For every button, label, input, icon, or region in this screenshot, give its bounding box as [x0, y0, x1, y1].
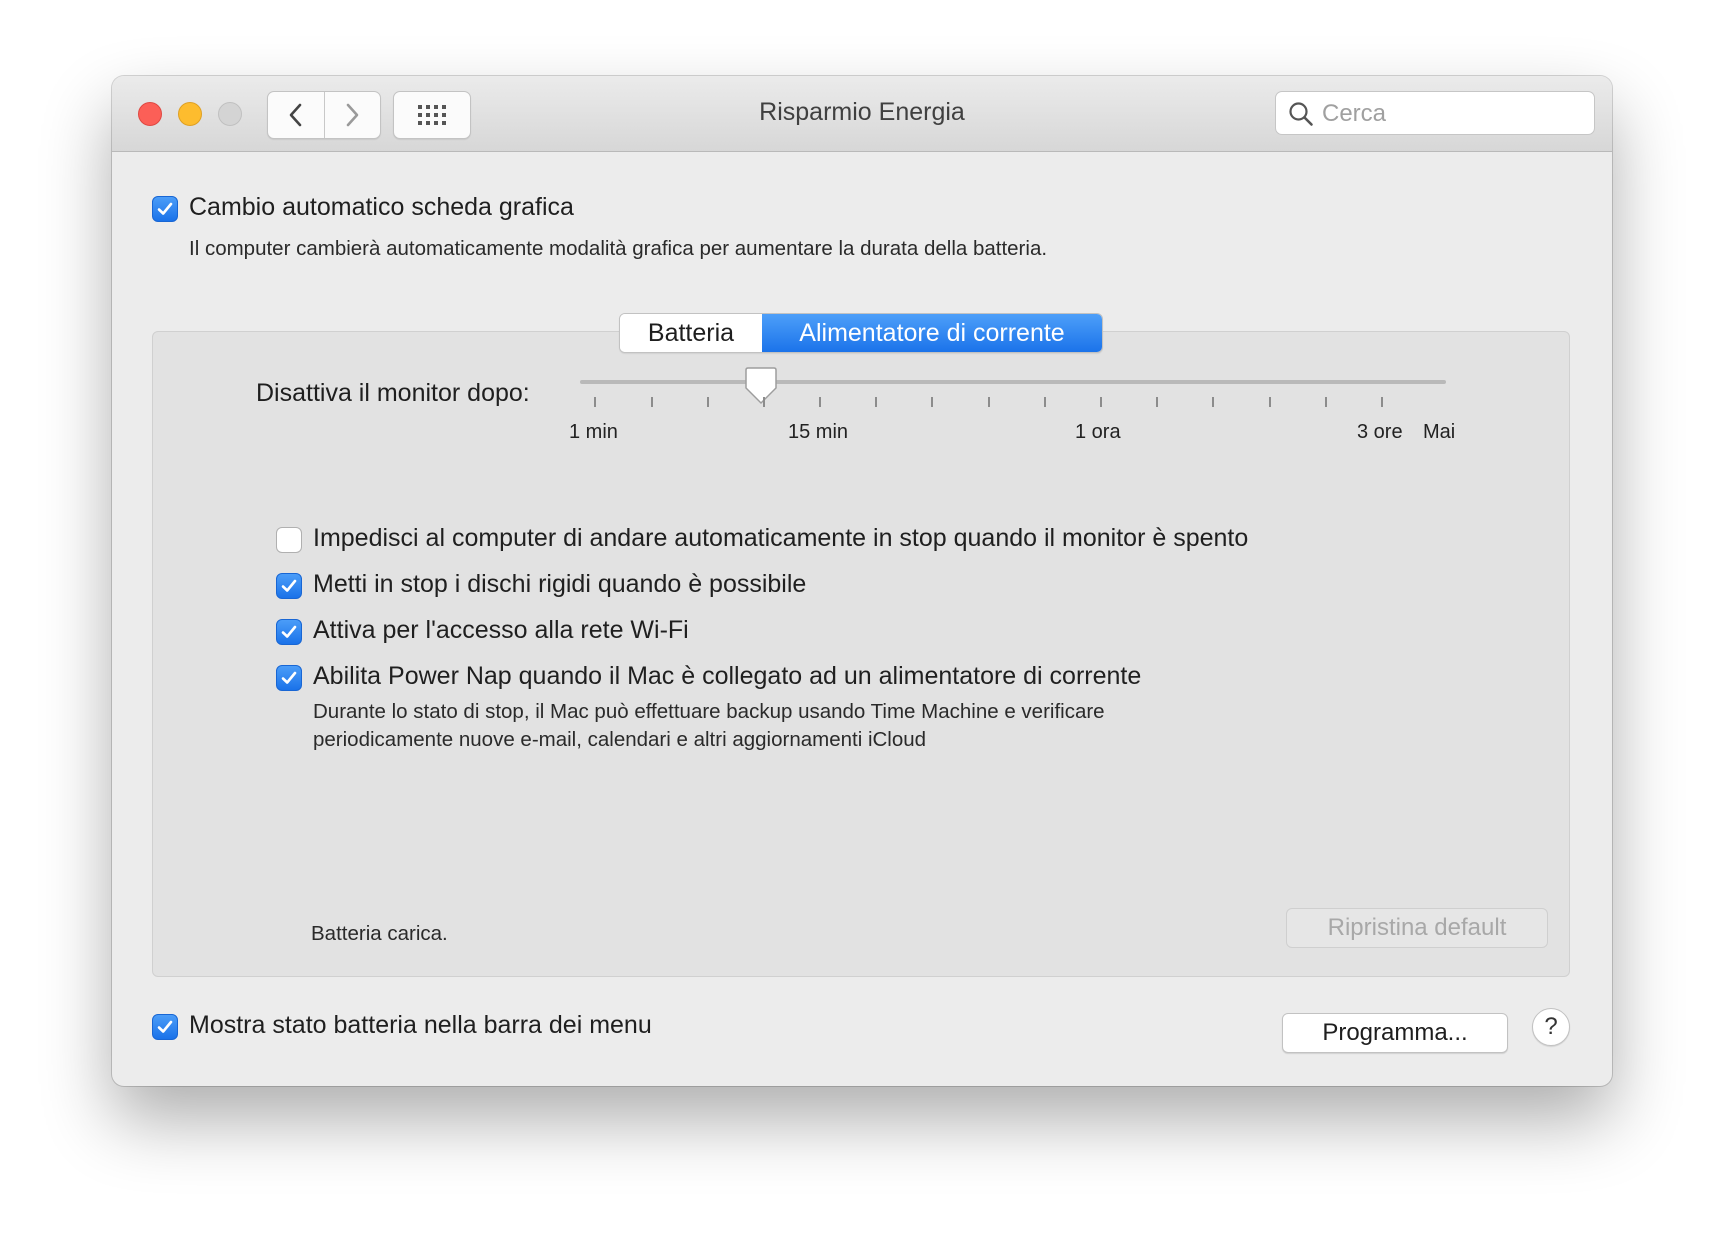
checkmark-icon — [281, 625, 297, 638]
power-nap-description-line-1: Durante lo stato di stop, il Mac può eff… — [313, 700, 1105, 723]
slider-tick — [1381, 397, 1383, 407]
graphics-switching-description: Il computer cambierà automaticamente mod… — [189, 237, 1048, 260]
slider-tick — [1325, 397, 1327, 407]
menu-bar-battery-label: Mostra stato batteria nella barra dei me… — [189, 1011, 652, 1039]
power-source-tabs: Batteria Alimentatore di corrente — [619, 313, 1103, 353]
menu-bar-battery-checkbox[interactable] — [152, 1014, 178, 1040]
slider-tick — [1044, 397, 1046, 407]
tick-label-15-min: 15 min — [788, 421, 849, 443]
prevent-sleep-checkbox[interactable] — [276, 527, 302, 553]
prevent-sleep-label: Impedisci al computer di andare automati… — [313, 524, 1249, 552]
tick-label-1-ora: 1 ora — [1075, 421, 1121, 443]
graphics-switching-label: Cambio automatico scheda grafica — [189, 193, 574, 221]
title-bar: Risparmio Energia — [112, 76, 1612, 152]
checkmark-icon — [157, 1020, 173, 1033]
tick-label-3-ore: 3 ore — [1357, 421, 1403, 443]
monitor-sleep-slider[interactable] — [580, 380, 1446, 384]
slider-tick — [875, 397, 877, 407]
tick-label-1-min: 1 min — [569, 421, 618, 443]
wake-wifi-checkbox[interactable] — [276, 619, 302, 645]
slider-tick — [1212, 397, 1214, 407]
tab-power-adapter[interactable]: Alimentatore di corrente — [762, 314, 1102, 352]
slider-tick — [819, 397, 821, 407]
slider-tick — [707, 397, 709, 407]
slider-tick — [594, 397, 596, 407]
slider-tick — [651, 397, 653, 407]
battery-status-text: Batteria carica. — [311, 922, 448, 945]
restore-defaults-button[interactable]: Ripristina default — [1286, 908, 1548, 948]
schedule-button[interactable]: Programma... — [1282, 1013, 1508, 1053]
checkmark-icon — [157, 202, 173, 215]
disk-sleep-label: Metti in stop i dischi rigidi quando è p… — [313, 570, 807, 598]
slider-tick — [1100, 397, 1102, 407]
slider-tick — [1156, 397, 1158, 407]
slider-tick — [763, 397, 765, 407]
search-field[interactable] — [1275, 91, 1595, 136]
wake-wifi-label: Attiva per l'accesso alla rete Wi-Fi — [313, 616, 689, 644]
graphics-switching-checkbox[interactable] — [152, 196, 178, 222]
search-icon — [1289, 102, 1313, 126]
monitor-slider-label: Disattiva il monitor dopo: — [256, 379, 530, 407]
tick-label-mai: Mai — [1423, 421, 1456, 443]
checkmark-icon — [281, 671, 297, 684]
slider-tick — [931, 397, 933, 407]
power-nap-label: Abilita Power Nap quando il Mac è colleg… — [313, 662, 1142, 690]
tab-battery[interactable]: Batteria — [620, 314, 762, 352]
checkmark-icon — [281, 579, 297, 592]
slider-tick — [988, 397, 990, 407]
power-nap-checkbox[interactable] — [276, 665, 302, 691]
preferences-window: Risparmio Energia Cambio automatico sche… — [112, 76, 1612, 1086]
disk-sleep-checkbox[interactable] — [276, 573, 302, 599]
power-nap-description-line-2: periodicamente nuove e-mail, calendari e… — [313, 728, 927, 751]
slider-thumb[interactable] — [744, 366, 778, 406]
help-button[interactable]: ? — [1532, 1008, 1570, 1046]
slider-tick — [1269, 397, 1271, 407]
search-input[interactable] — [1320, 92, 1584, 136]
